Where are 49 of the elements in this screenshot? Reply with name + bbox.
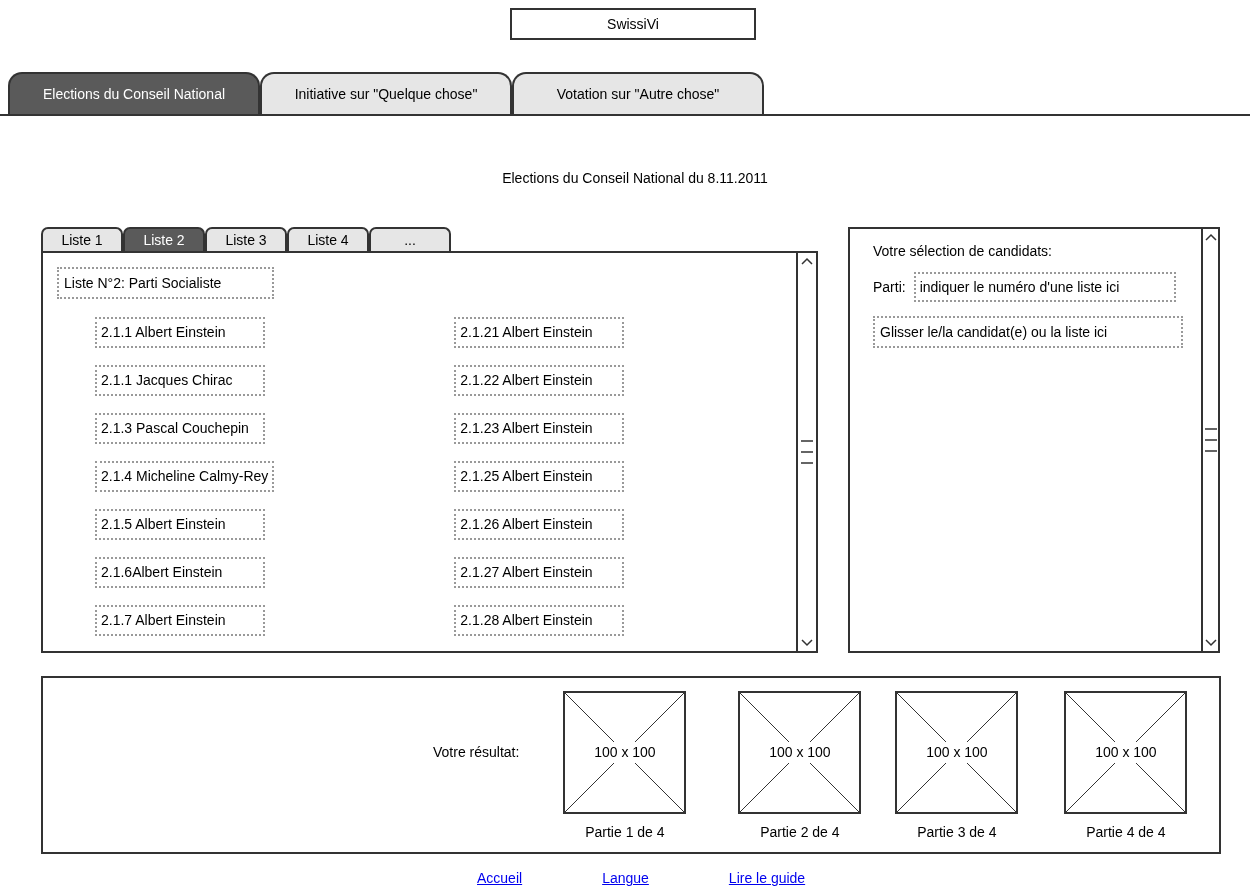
party-label: Parti:	[873, 277, 906, 297]
scroll-thumb-icon[interactable]	[800, 439, 814, 465]
scroll-down-icon[interactable]	[801, 639, 813, 647]
footer-link[interactable]: Accueil	[477, 868, 523, 889]
scroll-down-icon[interactable]	[1204, 639, 1217, 647]
tab[interactable]: Elections du Conseil National	[8, 72, 260, 114]
tab[interactable]: Initiative sur "Quelque chose"	[260, 72, 512, 114]
candidate-item[interactable]: 2.1.25 Albert Einstein	[454, 461, 625, 492]
image-size-label: 100 x 100	[768, 742, 832, 763]
part-caption: Partie 1 de 4	[585, 823, 665, 842]
scroll-up-icon[interactable]	[1204, 233, 1217, 241]
scroll-thumb-icon[interactable]	[1203, 427, 1218, 453]
candidate-item[interactable]: 2.1.6Albert Einstein	[95, 557, 265, 588]
part-caption: Partie 2 de 4	[760, 823, 840, 842]
selection-title: Votre sélection de candidats:	[873, 242, 1053, 261]
candidate-item[interactable]: 2.1.26 Albert Einstein	[454, 509, 625, 540]
drop-zone[interactable]: Glisser le/la candidat(e) ou la liste ici	[873, 316, 1183, 348]
image-size-label: 100 x 100	[1094, 742, 1158, 763]
list-tab[interactable]: ...	[369, 227, 451, 251]
candidate-item[interactable]: 2.1.1 Jacques Chirac	[95, 365, 265, 396]
candidate-item[interactable]: 2.1.28 Albert Einstein	[454, 605, 625, 636]
part-caption: Partie 4 de 4	[1086, 823, 1166, 842]
candidate-item[interactable]: 2.1.3 Pascal Couchepin	[95, 413, 265, 444]
image-size-label: 100 x 100	[925, 742, 989, 763]
footer-link[interactable]: Lire le guide	[728, 868, 806, 889]
scrollbar[interactable]	[1201, 229, 1218, 651]
candidate-item[interactable]: 2.1.22 Albert Einstein	[454, 365, 625, 396]
part-caption: Partie 3 de 4	[917, 823, 997, 842]
candidate-item[interactable]: 2.1.21 Albert Einstein	[454, 317, 625, 348]
page-heading: Elections du Conseil National du 8.11.2011	[502, 169, 768, 188]
list-title: Liste N°2: Parti Socialiste	[57, 267, 274, 299]
list-tab[interactable]: Liste 1	[41, 227, 123, 251]
list-tab[interactable]: Liste 4	[287, 227, 369, 251]
candidate-item[interactable]: 2.1.4 Micheline Calmy-Rey	[95, 461, 275, 492]
list-tab[interactable]: Liste 3	[205, 227, 287, 251]
candidate-item[interactable]: 2.1.7 Albert Einstein	[95, 605, 265, 636]
list-tab[interactable]: Liste 2	[123, 227, 205, 251]
scrollbar[interactable]	[796, 253, 816, 651]
party-input-field[interactable]: indiquer le numéro d'une liste ici	[913, 272, 1176, 302]
app-title: SwissiVi	[510, 8, 756, 40]
tab[interactable]: Votation sur "Autre chose"	[512, 72, 764, 114]
scroll-up-icon[interactable]	[801, 257, 813, 265]
candidate-item[interactable]: 2.1.5 Albert Einstein	[95, 509, 265, 540]
candidate-item[interactable]: 2.1.1 Albert Einstein	[95, 317, 265, 348]
candidate-item[interactable]: 2.1.23 Albert Einstein	[454, 413, 625, 444]
image-size-label: 100 x 100	[593, 742, 657, 763]
result-label: Votre résultat:	[433, 743, 520, 762]
candidate-item[interactable]: 2.1.27 Albert Einstein	[454, 557, 625, 588]
footer-link[interactable]: Langue	[602, 868, 649, 889]
